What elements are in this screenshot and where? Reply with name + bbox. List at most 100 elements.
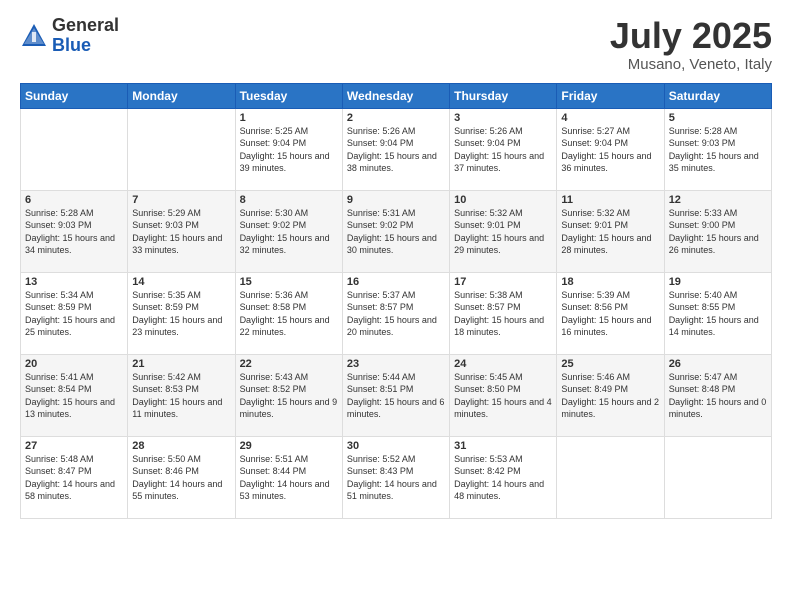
calendar-cell: 8Sunrise: 5:30 AMSunset: 9:02 PMDaylight…: [235, 190, 342, 272]
day-detail: Sunrise: 5:36 AMSunset: 8:58 PMDaylight:…: [240, 289, 338, 339]
main-title: July 2025: [610, 16, 772, 56]
calendar-week-4: 20Sunrise: 5:41 AMSunset: 8:54 PMDayligh…: [21, 354, 772, 436]
calendar-cell: 11Sunrise: 5:32 AMSunset: 9:01 PMDayligh…: [557, 190, 664, 272]
calendar-cell: 24Sunrise: 5:45 AMSunset: 8:50 PMDayligh…: [450, 354, 557, 436]
day-detail: Sunrise: 5:48 AMSunset: 8:47 PMDaylight:…: [25, 453, 123, 503]
day-number: 10: [454, 194, 552, 206]
day-detail: Sunrise: 5:35 AMSunset: 8:59 PMDaylight:…: [132, 289, 230, 339]
calendar-week-5: 27Sunrise: 5:48 AMSunset: 8:47 PMDayligh…: [21, 436, 772, 518]
day-detail: Sunrise: 5:33 AMSunset: 9:00 PMDaylight:…: [669, 207, 767, 257]
day-number: 1: [240, 112, 338, 124]
day-detail: Sunrise: 5:31 AMSunset: 9:02 PMDaylight:…: [347, 207, 445, 257]
calendar-cell: 28Sunrise: 5:50 AMSunset: 8:46 PMDayligh…: [128, 436, 235, 518]
day-detail: Sunrise: 5:39 AMSunset: 8:56 PMDaylight:…: [561, 289, 659, 339]
header: General Blue July 2025 Musano, Veneto, I…: [20, 16, 772, 73]
day-number: 30: [347, 440, 445, 452]
logo-icon: [20, 22, 48, 50]
day-number: 16: [347, 276, 445, 288]
calendar-cell: 16Sunrise: 5:37 AMSunset: 8:57 PMDayligh…: [342, 272, 449, 354]
calendar-cell: 7Sunrise: 5:29 AMSunset: 9:03 PMDaylight…: [128, 190, 235, 272]
day-number: 19: [669, 276, 767, 288]
calendar-cell: 17Sunrise: 5:38 AMSunset: 8:57 PMDayligh…: [450, 272, 557, 354]
day-detail: Sunrise: 5:30 AMSunset: 9:02 PMDaylight:…: [240, 207, 338, 257]
day-detail: Sunrise: 5:37 AMSunset: 8:57 PMDaylight:…: [347, 289, 445, 339]
day-number: 24: [454, 358, 552, 370]
col-thursday: Thursday: [450, 83, 557, 108]
calendar-cell: 27Sunrise: 5:48 AMSunset: 8:47 PMDayligh…: [21, 436, 128, 518]
calendar-cell: 10Sunrise: 5:32 AMSunset: 9:01 PMDayligh…: [450, 190, 557, 272]
day-number: 26: [669, 358, 767, 370]
col-friday: Friday: [557, 83, 664, 108]
day-number: 5: [669, 112, 767, 124]
day-detail: Sunrise: 5:40 AMSunset: 8:55 PMDaylight:…: [669, 289, 767, 339]
day-detail: Sunrise: 5:47 AMSunset: 8:48 PMDaylight:…: [669, 371, 767, 421]
day-number: 3: [454, 112, 552, 124]
day-detail: Sunrise: 5:26 AMSunset: 9:04 PMDaylight:…: [347, 125, 445, 175]
day-number: 2: [347, 112, 445, 124]
day-number: 23: [347, 358, 445, 370]
day-number: 7: [132, 194, 230, 206]
day-detail: Sunrise: 5:38 AMSunset: 8:57 PMDaylight:…: [454, 289, 552, 339]
day-number: 9: [347, 194, 445, 206]
col-sunday: Sunday: [21, 83, 128, 108]
col-tuesday: Tuesday: [235, 83, 342, 108]
day-detail: Sunrise: 5:41 AMSunset: 8:54 PMDaylight:…: [25, 371, 123, 421]
day-detail: Sunrise: 5:46 AMSunset: 8:49 PMDaylight:…: [561, 371, 659, 421]
day-detail: Sunrise: 5:28 AMSunset: 9:03 PMDaylight:…: [669, 125, 767, 175]
col-monday: Monday: [128, 83, 235, 108]
day-detail: Sunrise: 5:26 AMSunset: 9:04 PMDaylight:…: [454, 125, 552, 175]
day-number: 15: [240, 276, 338, 288]
day-detail: Sunrise: 5:51 AMSunset: 8:44 PMDaylight:…: [240, 453, 338, 503]
day-number: 13: [25, 276, 123, 288]
calendar-cell: 14Sunrise: 5:35 AMSunset: 8:59 PMDayligh…: [128, 272, 235, 354]
logo-text: General Blue: [52, 16, 119, 56]
calendar-cell: 25Sunrise: 5:46 AMSunset: 8:49 PMDayligh…: [557, 354, 664, 436]
day-detail: Sunrise: 5:52 AMSunset: 8:43 PMDaylight:…: [347, 453, 445, 503]
day-detail: Sunrise: 5:34 AMSunset: 8:59 PMDaylight:…: [25, 289, 123, 339]
calendar-header-row: Sunday Monday Tuesday Wednesday Thursday…: [21, 83, 772, 108]
day-detail: Sunrise: 5:32 AMSunset: 9:01 PMDaylight:…: [561, 207, 659, 257]
day-detail: Sunrise: 5:53 AMSunset: 8:42 PMDaylight:…: [454, 453, 552, 503]
day-number: 28: [132, 440, 230, 452]
day-number: 21: [132, 358, 230, 370]
calendar-cell: 31Sunrise: 5:53 AMSunset: 8:42 PMDayligh…: [450, 436, 557, 518]
calendar-week-2: 6Sunrise: 5:28 AMSunset: 9:03 PMDaylight…: [21, 190, 772, 272]
calendar-cell: 23Sunrise: 5:44 AMSunset: 8:51 PMDayligh…: [342, 354, 449, 436]
day-number: 29: [240, 440, 338, 452]
calendar-cell: 2Sunrise: 5:26 AMSunset: 9:04 PMDaylight…: [342, 108, 449, 190]
day-number: 6: [25, 194, 123, 206]
day-detail: Sunrise: 5:25 AMSunset: 9:04 PMDaylight:…: [240, 125, 338, 175]
day-number: 11: [561, 194, 659, 206]
calendar-cell: 9Sunrise: 5:31 AMSunset: 9:02 PMDaylight…: [342, 190, 449, 272]
calendar-cell: 5Sunrise: 5:28 AMSunset: 9:03 PMDaylight…: [664, 108, 771, 190]
day-detail: Sunrise: 5:28 AMSunset: 9:03 PMDaylight:…: [25, 207, 123, 257]
calendar: Sunday Monday Tuesday Wednesday Thursday…: [20, 83, 772, 519]
day-detail: Sunrise: 5:42 AMSunset: 8:53 PMDaylight:…: [132, 371, 230, 421]
calendar-cell: 18Sunrise: 5:39 AMSunset: 8:56 PMDayligh…: [557, 272, 664, 354]
day-number: 8: [240, 194, 338, 206]
col-saturday: Saturday: [664, 83, 771, 108]
calendar-cell: 20Sunrise: 5:41 AMSunset: 8:54 PMDayligh…: [21, 354, 128, 436]
day-number: 4: [561, 112, 659, 124]
logo-blue: Blue: [52, 35, 91, 55]
calendar-week-3: 13Sunrise: 5:34 AMSunset: 8:59 PMDayligh…: [21, 272, 772, 354]
day-number: 17: [454, 276, 552, 288]
day-number: 22: [240, 358, 338, 370]
title-block: July 2025 Musano, Veneto, Italy: [610, 16, 772, 73]
calendar-cell: [557, 436, 664, 518]
calendar-cell: 13Sunrise: 5:34 AMSunset: 8:59 PMDayligh…: [21, 272, 128, 354]
day-number: 27: [25, 440, 123, 452]
calendar-cell: [664, 436, 771, 518]
day-detail: Sunrise: 5:50 AMSunset: 8:46 PMDaylight:…: [132, 453, 230, 503]
calendar-cell: 19Sunrise: 5:40 AMSunset: 8:55 PMDayligh…: [664, 272, 771, 354]
calendar-cell: 15Sunrise: 5:36 AMSunset: 8:58 PMDayligh…: [235, 272, 342, 354]
day-detail: Sunrise: 5:43 AMSunset: 8:52 PMDaylight:…: [240, 371, 338, 421]
day-number: 25: [561, 358, 659, 370]
day-detail: Sunrise: 5:44 AMSunset: 8:51 PMDaylight:…: [347, 371, 445, 421]
calendar-cell: 29Sunrise: 5:51 AMSunset: 8:44 PMDayligh…: [235, 436, 342, 518]
day-number: 31: [454, 440, 552, 452]
col-wednesday: Wednesday: [342, 83, 449, 108]
calendar-cell: 3Sunrise: 5:26 AMSunset: 9:04 PMDaylight…: [450, 108, 557, 190]
day-number: 14: [132, 276, 230, 288]
logo-general: General: [52, 15, 119, 35]
